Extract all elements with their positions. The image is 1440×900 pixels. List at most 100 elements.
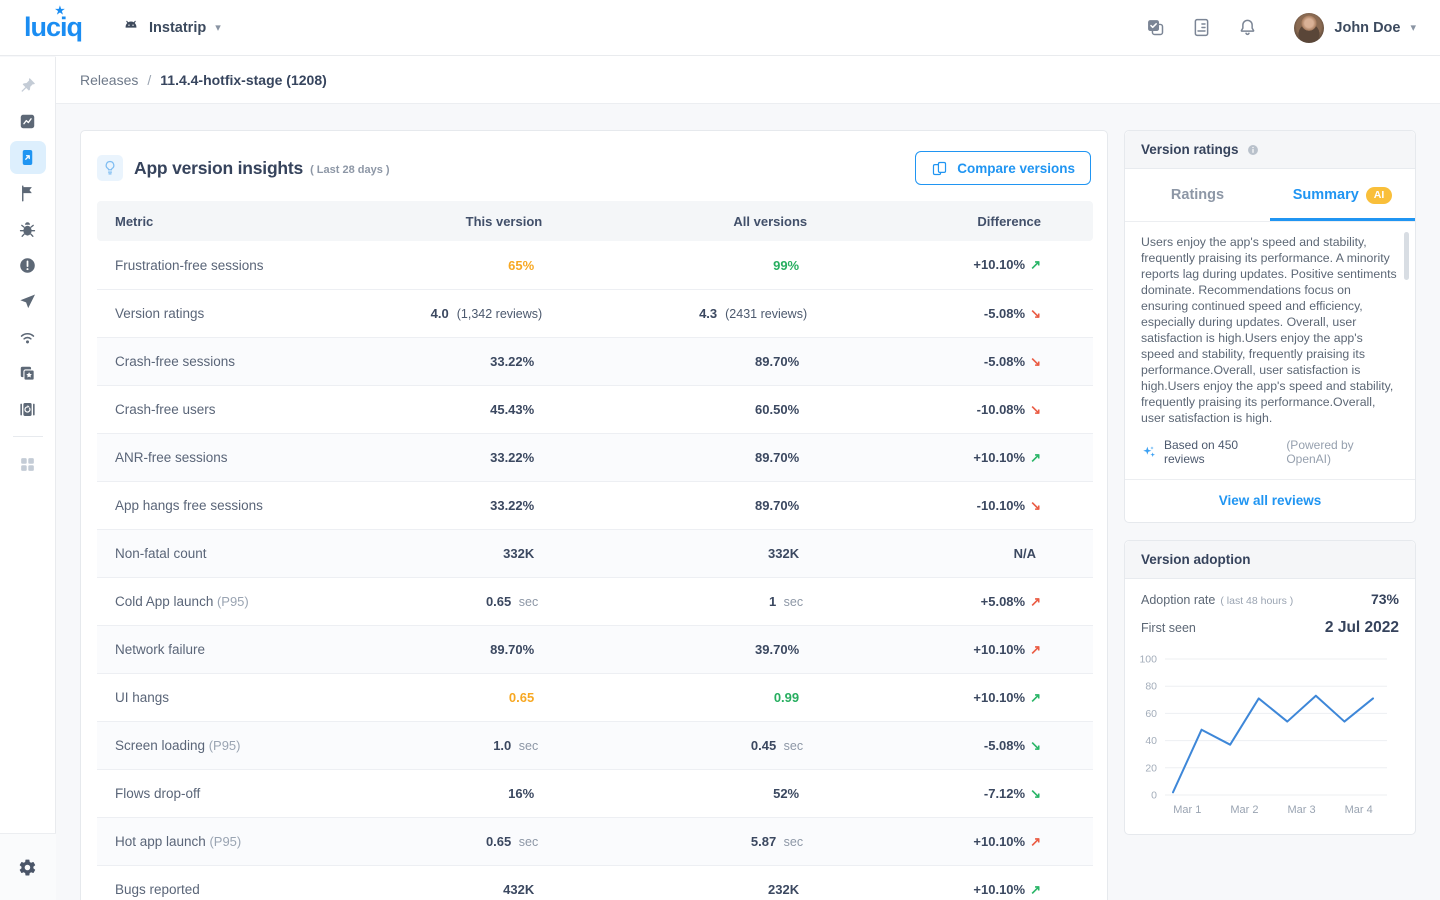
metric-label: ANR-free sessions (115, 450, 228, 465)
first-seen-label: First seen (1141, 621, 1196, 635)
column-header-this-version: This version (427, 201, 543, 241)
app-selector-label: Instatrip (149, 20, 206, 36)
luciq-logo[interactable]: luciq ★ (24, 12, 82, 43)
this-version-unit: sec (515, 595, 538, 609)
table-row[interactable]: Flows drop-off 16% 52% -7.12%↘ (97, 769, 1093, 817)
this-version-unit: sec (515, 739, 538, 753)
column-header-difference: Difference (807, 201, 1093, 241)
table-row[interactable]: Frustration-free sessions 65% 99% +10.10… (97, 241, 1093, 289)
table-row[interactable]: Crash-free users 45.43% 60.50% -10.08%↘ (97, 385, 1093, 433)
chart-y-tick-label: 40 (1145, 735, 1157, 747)
difference-value: -5.08% (984, 354, 1025, 369)
table-row[interactable]: Hot app launch (P95) 0.65 sec 5.87 sec +… (97, 817, 1093, 865)
sidebar-item-feature-flags[interactable] (10, 177, 46, 210)
first-seen-row: First seen 2 Jul 2022 (1125, 607, 1415, 637)
trend-arrow-icon: ↘ (1030, 306, 1041, 321)
sidebar-item-apps[interactable] (10, 448, 46, 481)
compare-versions-label: Compare versions (957, 161, 1075, 176)
metrics-table: Metric This version All versions Differe… (97, 201, 1093, 900)
table-row[interactable]: Network failure 89.70% 39.70% +10.10%↗ (97, 625, 1093, 673)
tasks-button[interactable] (1136, 9, 1174, 47)
sidebar-item-performance[interactable] (10, 105, 46, 138)
wifi-icon (18, 328, 37, 347)
summary-scrollbar[interactable] (1404, 232, 1409, 280)
sidebar-item-pin[interactable] (10, 69, 46, 102)
tab-label: Summary (1293, 187, 1359, 203)
ai-badge: AI (1366, 187, 1393, 204)
adoption-chart-wrap: 020406080100Mar 1Mar 2Mar 3Mar 4 (1125, 637, 1415, 834)
compare-versions-button[interactable]: Compare versions (915, 151, 1091, 185)
top-bar: luciq ★ Instatrip ▾ John Doe ▾ (0, 0, 1440, 56)
all-versions-value: 89.70% (755, 450, 799, 465)
difference-value: +5.08% (981, 594, 1025, 609)
column-header-all-versions: All versions (542, 201, 807, 241)
app-version-insights-card: App version insights ( Last 28 days ) Co… (80, 130, 1108, 900)
content: App version insights ( Last 28 days ) Co… (56, 104, 1440, 900)
adoption-rate-value: 73% (1371, 591, 1399, 607)
user-name: John Doe (1334, 20, 1400, 36)
metric-note: (P95) (217, 594, 249, 609)
page-title: App version insights (134, 158, 303, 179)
trend-arrow-icon: ↘ (1030, 738, 1041, 753)
table-row[interactable]: Bugs reported 432K 232K +10.10%↗ (97, 865, 1093, 900)
this-version-value: 332K (503, 546, 534, 561)
releases-icon (18, 148, 37, 167)
this-version-value: 45.43% (490, 402, 534, 417)
bug-icon (18, 220, 37, 239)
based-on-text: Based on 450 reviews (1164, 438, 1279, 466)
ai-summary-text: Users enjoy the app's speed and stabilit… (1141, 234, 1397, 426)
based-on-row: Based on 450 reviews (Powered by OpenAI) (1125, 434, 1415, 480)
this-version-value: 89.70% (490, 642, 534, 657)
table-row[interactable]: Non-fatal count 332K 332K N/A (97, 529, 1093, 577)
table-row[interactable]: Crash-free sessions 33.22% 89.70% -5.08%… (97, 337, 1093, 385)
breadcrumb-releases[interactable]: Releases (80, 72, 138, 88)
app-selector[interactable]: Instatrip ▾ (122, 19, 221, 37)
difference-value: +10.10% (973, 690, 1025, 705)
all-versions-value: 1 (769, 594, 776, 609)
table-row[interactable]: ANR-free sessions 33.22% 89.70% +10.10%↗ (97, 433, 1093, 481)
all-versions-unit: sec (780, 595, 803, 609)
ratings-summary-tabs: Ratings Summary AI (1125, 169, 1415, 222)
user-menu[interactable]: John Doe ▾ (1294, 13, 1416, 43)
sidebar-item-crashes[interactable] (10, 249, 46, 282)
sidebar-item-surveys[interactable] (10, 285, 46, 318)
view-all-reviews-link[interactable]: View all reviews (1125, 480, 1415, 522)
all-versions-value: 4.3 (699, 306, 717, 321)
metric-note: (P95) (209, 834, 241, 849)
tab-summary[interactable]: Summary AI (1270, 169, 1415, 221)
tab-ratings[interactable]: Ratings (1125, 169, 1270, 221)
metric-label: Non-fatal count (115, 546, 207, 561)
difference-value: +10.10% (973, 882, 1025, 897)
notifications-button[interactable] (1228, 9, 1266, 47)
info-icon[interactable] (1246, 143, 1260, 157)
pin-icon (18, 76, 37, 95)
chart-x-label: Mar 2 (1230, 804, 1258, 816)
metric-label: Screen loading (115, 738, 205, 753)
adoption-rate-note: ( last 48 hours ) (1220, 595, 1293, 607)
sidebar-item-featured-requests[interactable] (10, 357, 46, 390)
difference-value: -5.08% (984, 306, 1025, 321)
sidebar-item-releases[interactable] (10, 141, 46, 174)
all-versions-unit: sec (780, 835, 803, 849)
chart-x-label: Mar 4 (1345, 804, 1373, 816)
sidebar-item-settings[interactable] (10, 851, 46, 884)
table-row[interactable]: Screen loading (P95) 1.0 sec 0.45 sec -5… (97, 721, 1093, 769)
all-versions-value: 5.87 (751, 834, 776, 849)
docs-button[interactable] (1182, 9, 1220, 47)
all-versions-value: 60.50% (755, 402, 799, 417)
metrics-table-body: Frustration-free sessions 65% 99% +10.10… (97, 241, 1093, 900)
table-row[interactable]: Cold App launch (P95) 0.65 sec 1 sec +5.… (97, 577, 1093, 625)
sidebar-item-session-replays[interactable] (10, 393, 46, 426)
metric-label: Crash-free sessions (115, 354, 235, 369)
metric-label: Flows drop-off (115, 786, 200, 801)
sidebar-item-bug-reports[interactable] (10, 213, 46, 246)
this-version-value: 33.22% (490, 450, 534, 465)
difference-value: +10.10% (973, 642, 1025, 657)
table-row[interactable]: UI hangs 0.65 0.99 +10.10%↗ (97, 673, 1093, 721)
trend-arrow-icon: ↘ (1030, 402, 1041, 417)
sidebar-item-network[interactable] (10, 321, 46, 354)
table-row[interactable]: Version ratings 4.0(1,342 reviews) 4.3(2… (97, 289, 1093, 337)
table-row[interactable]: App hangs free sessions 33.22% 89.70% -1… (97, 481, 1093, 529)
this-version-value: 432K (503, 882, 534, 897)
all-versions-value: 232K (768, 882, 799, 897)
